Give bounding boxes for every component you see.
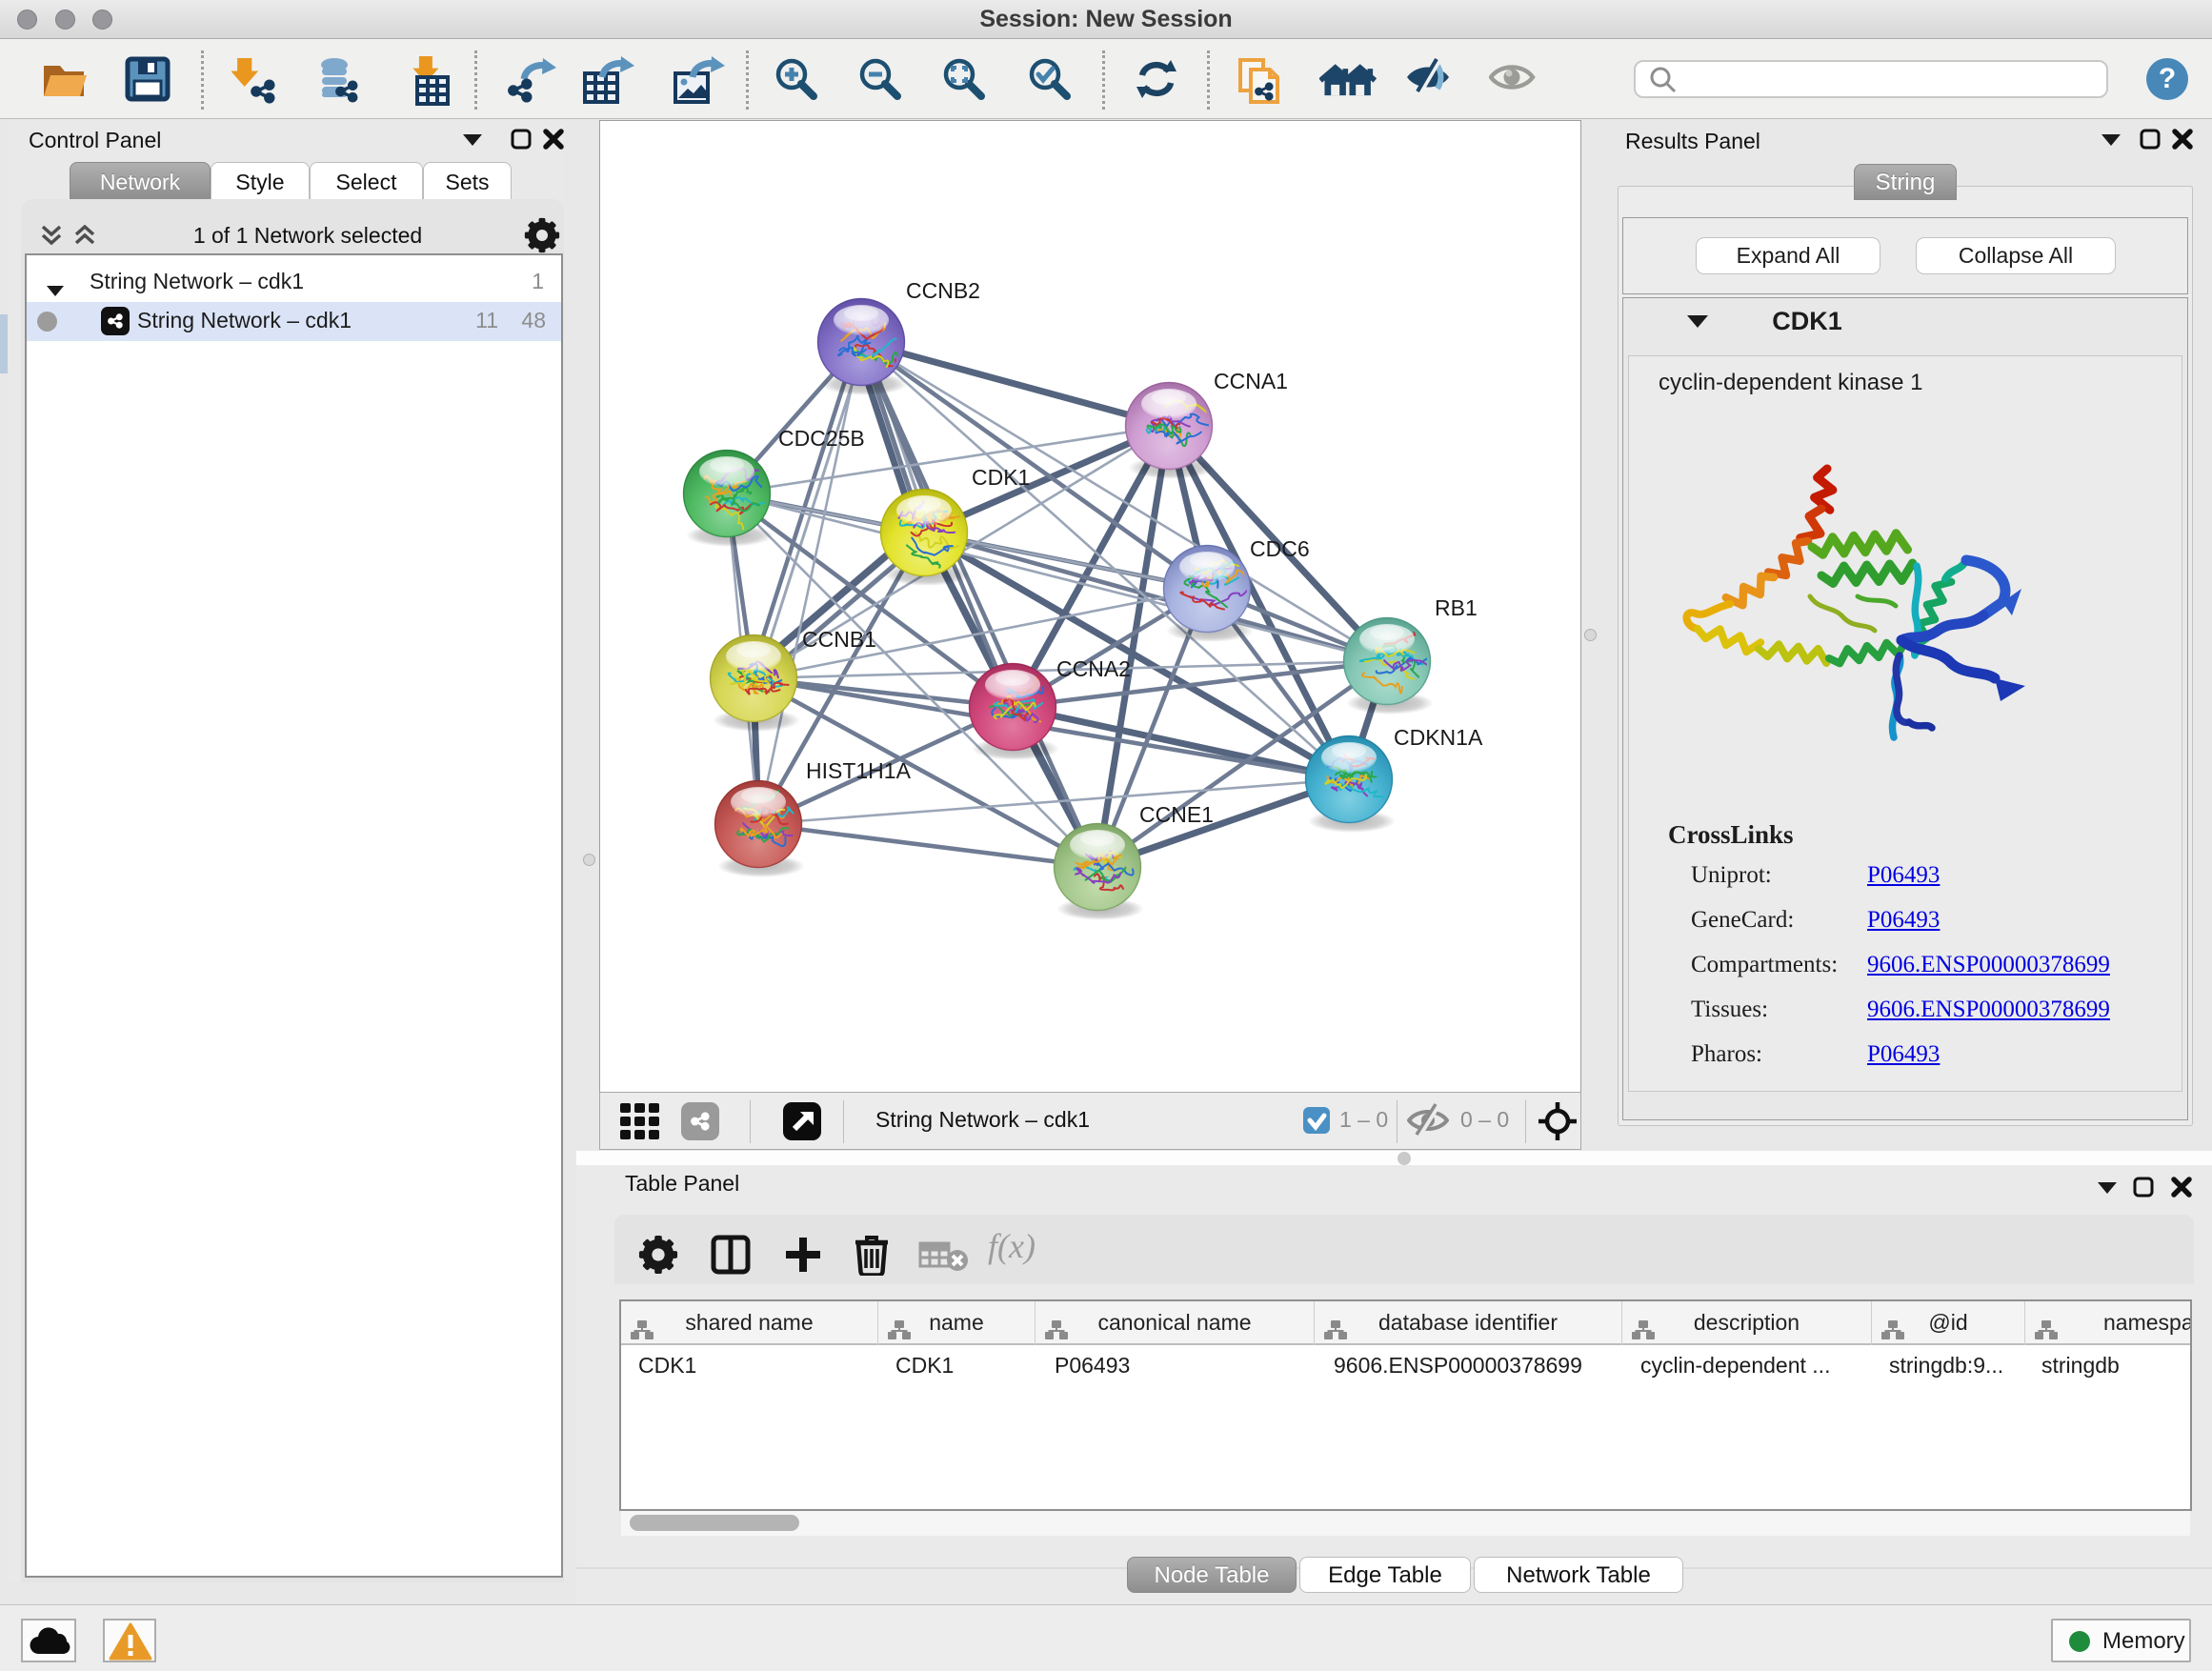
svg-text:CDC25B: CDC25B: [778, 426, 865, 451]
svg-text:CDC6: CDC6: [1250, 536, 1310, 561]
svg-text:CCNA2: CCNA2: [1056, 656, 1131, 681]
svg-text:CCNE1: CCNE1: [1139, 802, 1214, 827]
svg-text:RB1: RB1: [1435, 595, 1478, 620]
svg-text:CDK1: CDK1: [972, 465, 1030, 490]
svg-text:CCNA1: CCNA1: [1214, 369, 1288, 393]
svg-text:CCNB2: CCNB2: [906, 278, 980, 303]
svg-text:CCNB1: CCNB1: [802, 627, 876, 652]
svg-text:CDKN1A: CDKN1A: [1394, 725, 1483, 750]
svg-text:HIST1H1A: HIST1H1A: [806, 758, 912, 783]
